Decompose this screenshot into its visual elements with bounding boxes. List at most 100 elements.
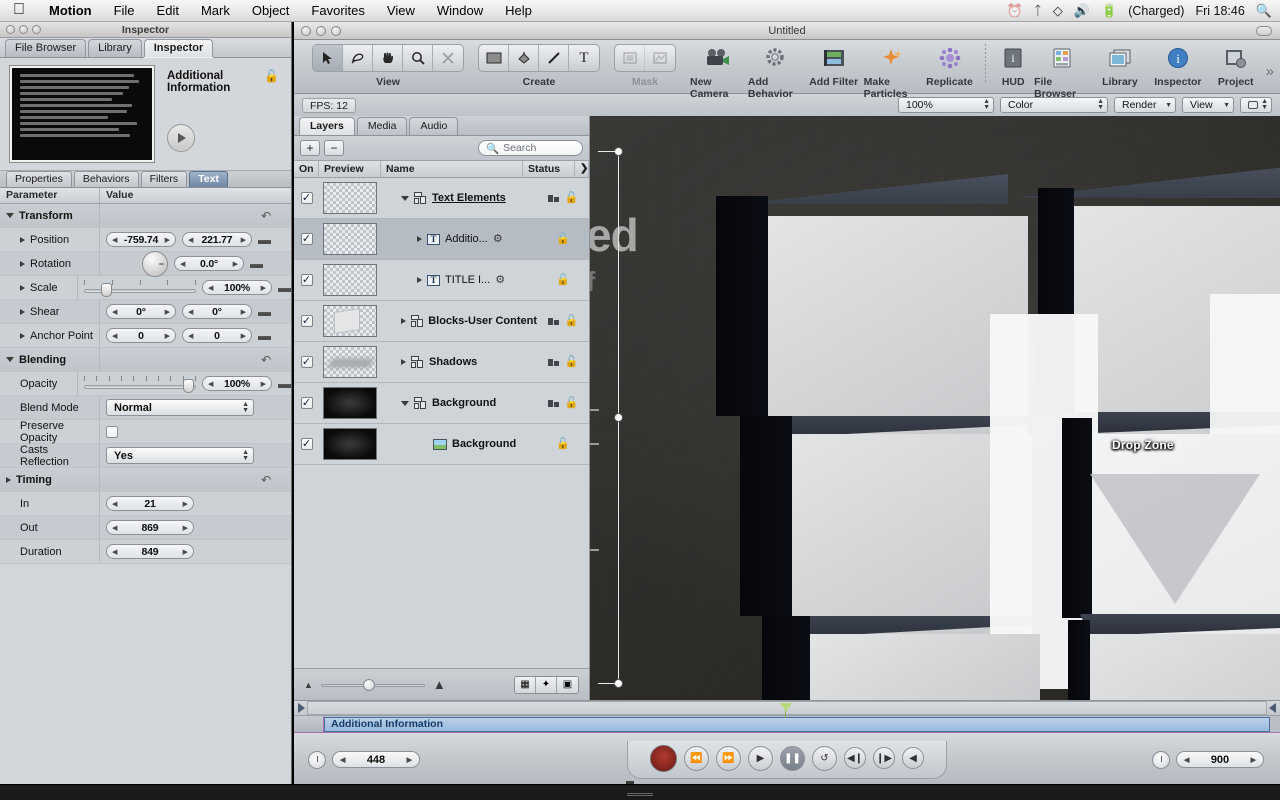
rectangle-icon[interactable] — [479, 45, 509, 71]
toolbar-new-camera[interactable]: New Camera — [690, 44, 746, 100]
arrow-select-icon[interactable] — [313, 45, 343, 71]
toolbar-library[interactable]: Library — [1092, 44, 1148, 88]
layer-enable-checkbox[interactable]: ✓ — [300, 192, 313, 204]
scroll-left-icon[interactable] — [298, 703, 305, 713]
anchor-keyframe-button[interactable]: ▬ — [258, 329, 271, 342]
toolbar-add-behavior[interactable]: Add Behavior — [748, 44, 804, 100]
lock-icon[interactable]: 🔓 — [565, 397, 579, 409]
table-row[interactable]: ✓ Text Elements 🔓 — [294, 178, 589, 219]
table-row[interactable]: ✓ Background 🔓 — [294, 383, 589, 424]
param-group-blending[interactable]: Blending ↷ — [0, 348, 291, 372]
playhead-marker[interactable] — [780, 703, 792, 712]
gear-icon[interactable]: ⚙ — [495, 274, 505, 286]
param-row-preserve-opacity[interactable]: Preserve Opacity — [0, 420, 291, 444]
layer-enable-checkbox[interactable]: ✓ — [300, 438, 313, 450]
table-row[interactable]: ✓ T TITLE I... ⚙ 🔓 — [294, 260, 589, 301]
tab-text[interactable]: Text — [189, 171, 228, 187]
view-popup[interactable]: View ▼ — [1182, 97, 1234, 113]
layer-enable-checkbox[interactable]: ✓ — [300, 315, 313, 327]
out-stepper[interactable]: ◀ 869 ▶ — [106, 520, 194, 535]
disclosure-triangle-icon[interactable] — [6, 213, 14, 218]
table-row[interactable]: ✓ Blocks-User Content 🔓 — [294, 301, 589, 342]
param-row-scale[interactable]: Scale ◀ 100% ▶ ▬ — [0, 276, 291, 300]
text-tool-icon[interactable]: T — [569, 45, 599, 71]
main-window-title-bar[interactable]: Untitled — [294, 22, 1280, 40]
table-row[interactable]: ✓ Background 🔓 — [294, 424, 589, 465]
toolbar-add-filter[interactable]: Add Filter — [806, 44, 862, 88]
toolbar-toggle-button[interactable] — [1256, 25, 1272, 36]
disclosure-triangle-icon[interactable] — [401, 359, 406, 365]
scale-slider[interactable] — [84, 279, 196, 297]
menu-bar-clock[interactable]: Fri 18:46 — [1195, 4, 1244, 18]
apple-menu-icon[interactable]:  — [0, 1, 38, 20]
param-row-opacity[interactable]: Opacity ◀ 100% ▶ ▬ — [0, 372, 291, 396]
tab-media[interactable]: Media — [356, 117, 408, 135]
toolbar-project[interactable]: Project — [1208, 44, 1264, 88]
disclosure-triangle-icon[interactable] — [6, 476, 11, 483]
gear-icon[interactable]: ⚙ — [493, 233, 503, 245]
reset-timing-icon[interactable]: ↷ — [261, 473, 271, 487]
layers-toggle-icon[interactable]: ▣ — [557, 676, 578, 693]
shear-x-stepper[interactable]: ◀ 0° ▶ — [106, 304, 176, 319]
add-layer-button[interactable]: + — [300, 140, 320, 156]
tab-behaviors[interactable]: Behaviors — [73, 171, 139, 187]
star-toggle-icon[interactable]: ✦ — [536, 676, 557, 693]
param-row-blend-mode[interactable]: Blend Mode Normal ▲ ▼ — [0, 396, 291, 420]
param-row-casts-reflection[interactable]: Casts Reflection Yes ▲ ▼ — [0, 444, 291, 468]
menu-item-view[interactable]: View — [376, 0, 426, 22]
scale-stepper[interactable]: ◀ 100% ▶ — [202, 280, 272, 295]
pan-transform-icon[interactable] — [343, 45, 373, 71]
menu-item-help[interactable]: Help — [494, 0, 543, 22]
record-icon[interactable] — [650, 744, 677, 772]
tab-inspector[interactable]: Inspector — [143, 39, 214, 57]
remove-layer-button[interactable]: − — [324, 140, 344, 156]
blend-mode-popup[interactable]: Normal ▲ ▼ — [106, 399, 254, 416]
battery-icon[interactable]: 🔋 — [1101, 4, 1117, 17]
preview-play-button[interactable] — [167, 124, 195, 152]
position-keyframe-button[interactable]: ▬ — [258, 233, 271, 246]
inspector-title-bar[interactable]: Inspector — [0, 22, 291, 38]
render-popup[interactable]: Render ▼ — [1114, 97, 1176, 113]
channels-popup[interactable]: Color ▲ ▼ — [1000, 97, 1108, 113]
opacity-keyframe-button[interactable]: ▬ — [278, 377, 291, 390]
lock-icon[interactable]: 🔓 — [556, 438, 570, 450]
opacity-stepper[interactable]: ◀ 100% ▶ — [202, 376, 272, 391]
selection-handle-middle[interactable] — [614, 413, 623, 422]
lock-icon[interactable]: 🔓 — [565, 356, 579, 368]
layer-enable-checkbox[interactable]: ✓ — [300, 233, 313, 245]
step-back-icon[interactable]: ◀❙ — [844, 747, 866, 769]
disclosure-triangle-icon[interactable] — [417, 277, 422, 283]
position-y-stepper[interactable]: ◀ 221.77 ▶ — [182, 232, 252, 247]
tab-filters[interactable]: Filters — [140, 171, 188, 187]
menu-item-motion[interactable]: Motion — [38, 0, 103, 22]
lock-icon[interactable]: 🔓 — [556, 233, 570, 245]
status-blocks-icon[interactable] — [547, 317, 559, 325]
shear-keyframe-button[interactable]: ▬ — [258, 305, 271, 318]
layer-enable-checkbox[interactable]: ✓ — [300, 274, 313, 286]
disclosure-triangle-icon[interactable] — [20, 332, 25, 339]
rotation-stepper[interactable]: ◀ 0.0° ▶ — [174, 256, 244, 271]
param-row-anchor-point[interactable]: Anchor Point ◀ 0 ▶ ◀ 0 ▶ ▬ — [0, 324, 291, 348]
anchor-y-stepper[interactable]: ◀ 0 ▶ — [182, 328, 252, 343]
checker-toggle-icon[interactable]: ▦ — [515, 676, 536, 693]
reset-blending-icon[interactable]: ↷ — [261, 353, 271, 367]
table-row[interactable]: ✓ T Additio... ⚙ 🔓 — [294, 219, 589, 260]
menu-item-edit[interactable]: Edit — [146, 0, 190, 22]
step-forward-icon[interactable]: ❙▶ — [873, 747, 895, 769]
large-thumbnail-icon[interactable]: ▲ — [433, 677, 446, 692]
shear-y-stepper[interactable]: ◀ 0° ▶ — [182, 304, 252, 319]
param-row-out[interactable]: Out ◀ 869 ▶ — [0, 516, 291, 540]
param-row-rotation[interactable]: Rotation ◀ 0.0° ▶ ▬ — [0, 250, 291, 277]
thumbnail-size-slider[interactable] — [320, 678, 425, 692]
rotation-keyframe-button[interactable]: ▬ — [250, 257, 263, 270]
timeline-ruler[interactable] — [294, 700, 1280, 718]
pause-icon[interactable]: ❚❚ — [780, 745, 805, 771]
param-group-timing[interactable]: Timing ↷ — [0, 468, 291, 492]
disclosure-triangle-icon[interactable] — [417, 236, 422, 242]
status-blocks-icon[interactable] — [547, 194, 559, 202]
bluetooth-icon[interactable]: ᛏ — [1034, 4, 1042, 17]
canvas-viewport[interactable]: Drop Zone ed f — [590, 116, 1280, 700]
wifi-icon[interactable]: ◇ — [1053, 4, 1063, 17]
disclosure-triangle-icon[interactable] — [20, 308, 25, 315]
param-row-in[interactable]: In ◀ 21 ▶ — [0, 492, 291, 516]
